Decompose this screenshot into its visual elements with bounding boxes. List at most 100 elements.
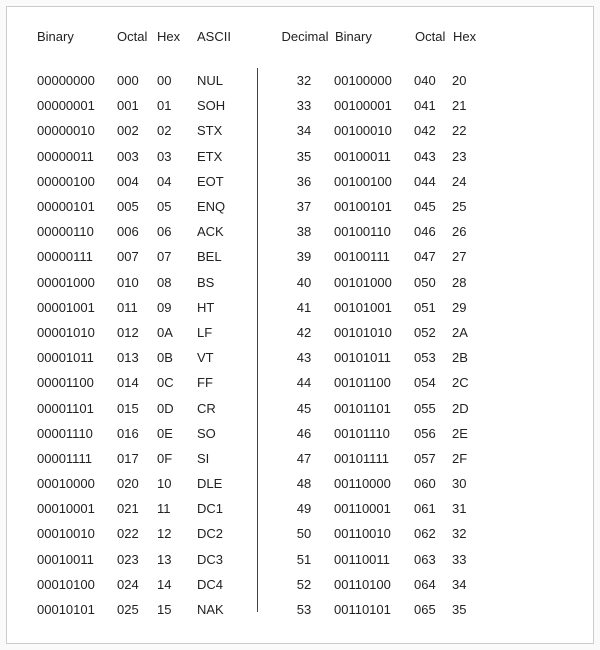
cell-hex: 2E bbox=[452, 426, 482, 441]
cell-hex: 29 bbox=[452, 300, 482, 315]
cell-decimal: 49 bbox=[274, 501, 334, 516]
cell-octal: 022 bbox=[117, 526, 157, 541]
cell-hex: 21 bbox=[452, 98, 482, 113]
cell-binary: 00010011 bbox=[37, 552, 117, 567]
cell-ascii: SO bbox=[197, 426, 241, 441]
cell-binary: 00000100 bbox=[37, 174, 117, 189]
cell-hex: 0F bbox=[157, 451, 197, 466]
table-row: 46001011100562E bbox=[274, 421, 482, 446]
col-header-hex-left: Hex bbox=[157, 29, 197, 44]
cell-binary: 00000001 bbox=[37, 98, 117, 113]
cell-octal: 063 bbox=[414, 552, 452, 567]
cell-binary: 00000110 bbox=[37, 224, 117, 239]
cell-ascii: ENQ bbox=[197, 199, 241, 214]
table-row: 0000010100505ENQ bbox=[37, 194, 241, 219]
cell-octal: 020 bbox=[117, 476, 157, 491]
cell-decimal: 39 bbox=[274, 249, 334, 264]
col-header-binary-left: Binary bbox=[37, 29, 117, 44]
layout: Binary Octal Hex ASCII Decimal Binary Oc… bbox=[37, 29, 567, 621]
cell-hex: 0A bbox=[157, 325, 197, 340]
table-row: 000011110170FSI bbox=[37, 446, 241, 471]
cell-ascii: EOT bbox=[197, 174, 241, 189]
cell-binary: 00001011 bbox=[37, 350, 117, 365]
cell-ascii: VT bbox=[197, 350, 241, 365]
table-row: 0000011100707BEL bbox=[37, 244, 241, 269]
table-row: 45001011010552D bbox=[274, 395, 482, 420]
cell-octal: 041 bbox=[414, 98, 452, 113]
table-row: 0000011000606ACK bbox=[37, 219, 241, 244]
cell-binary: 00100010 bbox=[334, 123, 414, 138]
cell-octal: 013 bbox=[117, 350, 157, 365]
table-row: 42001010100522A bbox=[274, 320, 482, 345]
cell-binary: 00010100 bbox=[37, 577, 117, 592]
cell-hex: 0E bbox=[157, 426, 197, 441]
cell-ascii: NAK bbox=[197, 602, 241, 617]
table-body: 0000000000000NUL0000000100101SOH00000010… bbox=[37, 68, 567, 622]
table-row: 0001010002414DC4 bbox=[37, 572, 241, 597]
cell-hex: 11 bbox=[157, 501, 197, 516]
cell-ascii: ACK bbox=[197, 224, 241, 239]
table-row: 0001001002212DC2 bbox=[37, 521, 241, 546]
cell-binary: 00001100 bbox=[37, 375, 117, 390]
cell-octal: 012 bbox=[117, 325, 157, 340]
cell-octal: 055 bbox=[414, 401, 452, 416]
cell-hex: 2C bbox=[452, 375, 482, 390]
cell-hex: 0B bbox=[157, 350, 197, 365]
table-row: 0000010000404EOT bbox=[37, 169, 241, 194]
cell-hex: 33 bbox=[452, 552, 482, 567]
cell-hex: 01 bbox=[157, 98, 197, 113]
cell-octal: 061 bbox=[414, 501, 452, 516]
cell-octal: 010 bbox=[117, 275, 157, 290]
cell-hex: 00 bbox=[157, 73, 197, 88]
cell-hex: 20 bbox=[452, 73, 482, 88]
cell-binary: 00100110 bbox=[334, 224, 414, 239]
table-row: 400010100005028 bbox=[274, 270, 482, 295]
cell-decimal: 45 bbox=[274, 401, 334, 416]
cell-binary: 00001110 bbox=[37, 426, 117, 441]
cell-ascii: BEL bbox=[197, 249, 241, 264]
table-row: 0001010102515NAK bbox=[37, 597, 241, 622]
cell-binary: 00000101 bbox=[37, 199, 117, 214]
col-header-octal-right: Octal bbox=[415, 29, 453, 44]
cell-hex: 34 bbox=[452, 577, 482, 592]
cell-hex: 2B bbox=[452, 350, 482, 365]
cell-hex: 27 bbox=[452, 249, 482, 264]
cell-hex: 2A bbox=[452, 325, 482, 340]
cell-hex: 26 bbox=[452, 224, 482, 239]
cell-octal: 046 bbox=[414, 224, 452, 239]
cell-octal: 043 bbox=[414, 149, 452, 164]
table-row: 0000001000202STX bbox=[37, 118, 241, 143]
cell-binary: 00101000 bbox=[334, 275, 414, 290]
cell-octal: 025 bbox=[117, 602, 157, 617]
cell-hex: 23 bbox=[452, 149, 482, 164]
cell-binary: 00110101 bbox=[334, 602, 414, 617]
table-row: 320010000004020 bbox=[274, 68, 482, 93]
ascii-table-card: Binary Octal Hex ASCII Decimal Binary Oc… bbox=[6, 6, 594, 644]
cell-hex: 24 bbox=[452, 174, 482, 189]
cell-octal: 000 bbox=[117, 73, 157, 88]
right-column: 3200100000040203300100001041213400100010… bbox=[274, 68, 482, 622]
cell-octal: 064 bbox=[414, 577, 452, 592]
cell-ascii: BS bbox=[197, 275, 241, 290]
col-header-hex-right: Hex bbox=[453, 29, 483, 44]
cell-binary: 00000111 bbox=[37, 249, 117, 264]
cell-octal: 047 bbox=[414, 249, 452, 264]
cell-decimal: 37 bbox=[274, 199, 334, 214]
column-divider bbox=[257, 68, 258, 612]
table-row: 520011010006434 bbox=[274, 572, 482, 597]
cell-decimal: 41 bbox=[274, 300, 334, 315]
cell-octal: 017 bbox=[117, 451, 157, 466]
cell-binary: 00100011 bbox=[334, 149, 414, 164]
cell-hex: 10 bbox=[157, 476, 197, 491]
cell-binary: 00001010 bbox=[37, 325, 117, 340]
cell-octal: 006 bbox=[117, 224, 157, 239]
cell-binary: 00101101 bbox=[334, 401, 414, 416]
cell-octal: 005 bbox=[117, 199, 157, 214]
table-row: 47001011110572F bbox=[274, 446, 482, 471]
cell-hex: 12 bbox=[157, 526, 197, 541]
table-row: 0001001102313DC3 bbox=[37, 547, 241, 572]
cell-binary: 00001111 bbox=[37, 451, 117, 466]
cell-octal: 016 bbox=[117, 426, 157, 441]
cell-octal: 007 bbox=[117, 249, 157, 264]
cell-decimal: 46 bbox=[274, 426, 334, 441]
